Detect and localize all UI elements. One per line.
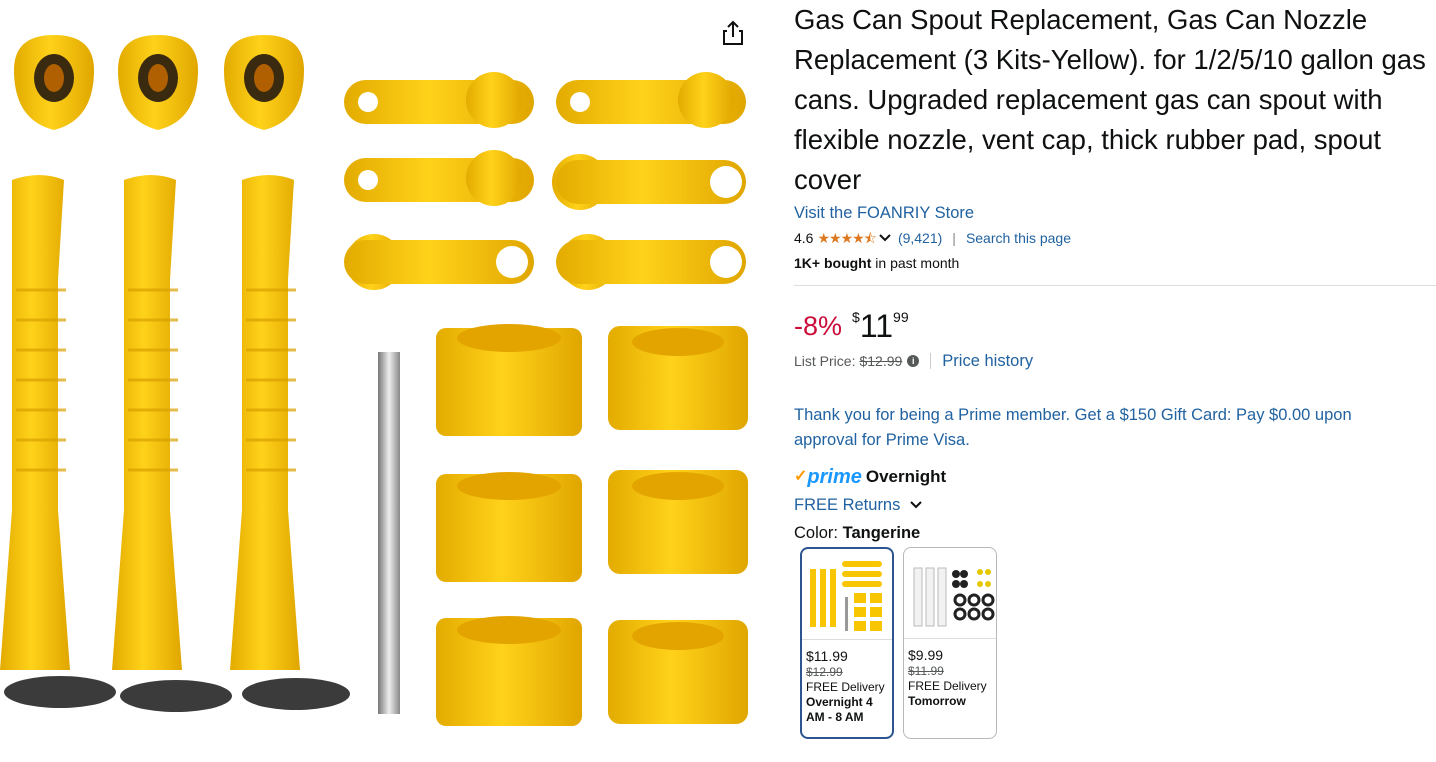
chevron-down-icon	[910, 501, 922, 509]
product-title: Gas Can Spout Replacement, Gas Can Nozzl…	[794, 4, 1426, 195]
selected-color: Tangerine	[842, 524, 921, 542]
swatch-delivery-time: Overnight 4 AM - 8 AM	[806, 695, 888, 725]
bought-count-bold: 1K+ bought	[794, 255, 872, 271]
star-rating-icon[interactable]: ★★★★⯪	[817, 229, 876, 247]
swatch-details: $9.99 $11.99 FREE Delivery Tomorrow	[904, 639, 996, 709]
prime-check-icon: ✓	[794, 468, 808, 485]
swatch-delivery-time: Tomorrow	[908, 694, 992, 709]
swatch-details: $11.99 $12.99 FREE Delivery Overnight 4 …	[802, 640, 892, 725]
bought-count-rest: in past month	[871, 255, 960, 271]
product-photo	[0, 35, 748, 726]
price-whole: 11	[859, 308, 894, 344]
swatch-thumbnail	[802, 549, 892, 640]
swatch-delivery: FREE Delivery	[806, 680, 885, 694]
prime-logo: prime	[807, 466, 862, 488]
ratings-count-link[interactable]: (9,421)	[898, 229, 942, 247]
rating-row: 4.6 ★★★★⯪ (9,421) | Search this page	[794, 229, 1436, 247]
discount-percent: -8%	[794, 311, 843, 341]
price-block: -8% $ 11 99	[794, 306, 909, 346]
bought-count: 1K+ bought in past month	[794, 254, 1436, 272]
swatch-delivery-time-bold: Tomorrow	[908, 694, 966, 708]
info-icon[interactable]: i	[907, 355, 920, 367]
price: $ 11 99	[852, 306, 909, 346]
prime-visa-offer[interactable]: Thank you for being a Prime member. Get …	[794, 403, 1414, 453]
search-page-link[interactable]: Search this page	[966, 229, 1071, 247]
list-price-value: $12.99	[859, 353, 903, 369]
rating-value: 4.6	[794, 230, 814, 246]
divider: |	[952, 230, 956, 246]
delivery-speed: Overnight	[865, 467, 947, 486]
divider	[930, 353, 932, 369]
swatch-list-price: $11.99	[908, 664, 944, 678]
share-icon[interactable]	[718, 18, 748, 48]
chevron-down-icon[interactable]	[878, 229, 892, 247]
price-history-link[interactable]: Price history	[942, 351, 1033, 371]
free-returns-label: FREE Returns	[794, 496, 901, 514]
color-option-clear[interactable]: $9.99 $11.99 FREE Delivery Tomorrow	[903, 547, 997, 739]
product-image[interactable]	[0, 0, 770, 757]
color-selector-label: Color: Tangerine	[794, 522, 920, 544]
store-link[interactable]: Visit the FOANRIY Store	[794, 203, 974, 223]
divider-line	[794, 285, 1436, 286]
product-info: Gas Can Spout Replacement, Gas Can Nozzl…	[794, 0, 1436, 272]
color-option-tangerine[interactable]: $11.99 $12.99 FREE Delivery Overnight 4 …	[800, 547, 894, 739]
price-currency: $	[852, 309, 860, 325]
swatch-delivery-time-bold: Overnight 4 AM - 8 AM	[806, 695, 873, 724]
swatch-delivery: FREE Delivery	[908, 679, 987, 693]
free-returns-link[interactable]: FREE Returns	[794, 494, 923, 516]
prime-delivery: ✓ prime Overnight	[794, 466, 946, 488]
list-price-row: List Price: $12.99 i Price history	[794, 351, 1033, 371]
list-price-label: List Price:	[794, 353, 856, 369]
swatch-list-price: $12.99	[806, 665, 843, 679]
price-fraction: 99	[893, 309, 909, 325]
swatch-price: $9.99	[908, 647, 944, 663]
color-label: Color:	[794, 524, 843, 542]
swatch-thumbnail	[904, 548, 996, 639]
swatch-price: $11.99	[806, 648, 848, 664]
